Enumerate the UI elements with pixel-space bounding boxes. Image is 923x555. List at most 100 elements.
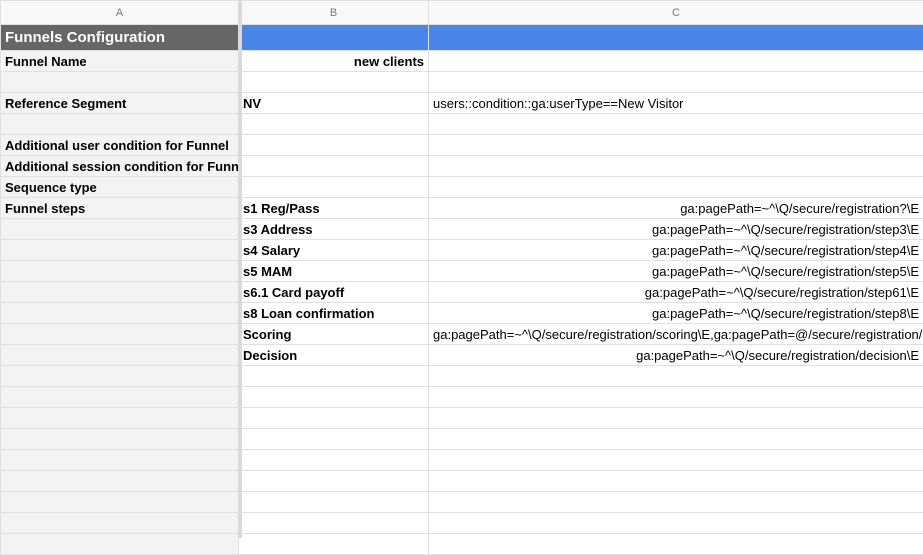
cell[interactable] xyxy=(239,156,429,177)
cell[interactable] xyxy=(1,471,239,492)
cell[interactable] xyxy=(429,51,923,72)
step-path[interactable]: ga:pagePath=~^\Q/secure/registration/ste… xyxy=(429,303,923,324)
cell[interactable] xyxy=(429,513,923,534)
cell[interactable] xyxy=(239,387,429,408)
table-row: Scoringga:pagePath=~^\Q/secure/registrat… xyxy=(1,324,923,345)
cell[interactable] xyxy=(429,471,923,492)
cell[interactable] xyxy=(429,387,923,408)
value-reference-segment-code[interactable]: NV xyxy=(239,93,429,114)
step-name[interactable]: s3 Address xyxy=(239,219,429,240)
cell[interactable] xyxy=(1,534,239,555)
step-name[interactable]: s6.1 Card payoff xyxy=(239,282,429,303)
table-row: s8 Loan confirmationga:pagePath=~^\Q/sec… xyxy=(1,303,923,324)
cell[interactable] xyxy=(1,408,239,429)
cell[interactable] xyxy=(429,114,923,135)
value-reference-segment-def[interactable]: users::condition::ga:userType==New Visit… xyxy=(429,93,923,114)
col-header-A[interactable]: A xyxy=(1,1,239,25)
col-header-C[interactable]: C xyxy=(429,1,923,25)
cell[interactable] xyxy=(429,450,923,471)
cell[interactable] xyxy=(239,534,429,555)
step-name[interactable]: Decision xyxy=(239,345,429,366)
label-reference-segment[interactable]: Reference Segment xyxy=(1,93,239,114)
step-name[interactable]: s8 Loan confirmation xyxy=(239,303,429,324)
table-row: s6.1 Card payoffga:pagePath=~^\Q/secure/… xyxy=(1,282,923,303)
label-empty[interactable] xyxy=(1,324,239,345)
header-blue-cell[interactable] xyxy=(429,25,923,51)
cell[interactable] xyxy=(1,492,239,513)
label-empty[interactable] xyxy=(1,282,239,303)
cell[interactable] xyxy=(239,450,429,471)
table-row: s5 MAMga:pagePath=~^\Q/secure/registrati… xyxy=(1,261,923,282)
table-row xyxy=(1,513,923,534)
table-row xyxy=(1,534,923,555)
step-path[interactable]: ga:pagePath=~^\Q/secure/registration/dec… xyxy=(429,345,923,366)
table-row xyxy=(1,450,923,471)
label-additional-user-cond[interactable]: Additional user condition for Funnel xyxy=(1,135,239,156)
column-header-row: A B C xyxy=(1,1,923,25)
label-funnel-steps[interactable]: Funnel steps xyxy=(1,198,239,219)
step-name[interactable]: s4 Salary xyxy=(239,240,429,261)
cell[interactable] xyxy=(429,135,923,156)
label-empty[interactable] xyxy=(1,219,239,240)
cell[interactable] xyxy=(239,366,429,387)
step-name[interactable]: Scoring xyxy=(239,324,429,345)
cell[interactable] xyxy=(239,177,429,198)
step-path[interactable]: ga:pagePath=~^\Q/secure/registration/ste… xyxy=(429,261,923,282)
cell[interactable] xyxy=(239,72,429,93)
cell[interactable] xyxy=(429,408,923,429)
cell[interactable] xyxy=(429,534,923,555)
table-row: s4 Salaryga:pagePath=~^\Q/secure/registr… xyxy=(1,240,923,261)
label-sequence-type[interactable]: Sequence type xyxy=(1,177,239,198)
cell[interactable] xyxy=(429,156,923,177)
cell[interactable] xyxy=(239,135,429,156)
cell[interactable] xyxy=(429,366,923,387)
table-row xyxy=(1,408,923,429)
cell[interactable] xyxy=(1,114,239,135)
label-empty[interactable] xyxy=(1,240,239,261)
cell[interactable] xyxy=(239,471,429,492)
label-empty[interactable] xyxy=(1,261,239,282)
step-path[interactable]: ga:pagePath=~^\Q/secure/registration/sco… xyxy=(429,324,923,345)
table-row xyxy=(1,471,923,492)
section-title[interactable]: Funnels Configuration xyxy=(1,25,239,51)
cell[interactable] xyxy=(239,114,429,135)
table-row xyxy=(1,72,923,93)
cell[interactable] xyxy=(429,429,923,450)
grid[interactable]: A B C Funnels ConfigurationFunnel Namene… xyxy=(0,0,923,555)
step-path[interactable]: ga:pagePath=~^\Q/secure/registration/ste… xyxy=(429,240,923,261)
col-header-B[interactable]: B xyxy=(239,1,429,25)
label-empty[interactable] xyxy=(1,303,239,324)
label-funnel-name[interactable]: Funnel Name xyxy=(1,51,239,72)
cell[interactable] xyxy=(429,72,923,93)
table-row: Funnel stepss1 Reg/Passga:pagePath=~^\Q/… xyxy=(1,198,923,219)
cell[interactable] xyxy=(239,408,429,429)
label-additional-session-cond[interactable]: Additional session condition for Funnel xyxy=(1,156,239,177)
cell[interactable] xyxy=(429,492,923,513)
cell[interactable] xyxy=(239,429,429,450)
table-row: Additional session condition for Funnel xyxy=(1,156,923,177)
table-row: s3 Addressga:pagePath=~^\Q/secure/regist… xyxy=(1,219,923,240)
step-path[interactable]: ga:pagePath=~^\Q/secure/registration/ste… xyxy=(429,219,923,240)
header-blue-cell[interactable] xyxy=(239,25,429,51)
cell[interactable] xyxy=(1,429,239,450)
step-path[interactable]: ga:pagePath=~^\Q/secure/registration/ste… xyxy=(429,282,923,303)
table-row xyxy=(1,492,923,513)
cell[interactable] xyxy=(1,450,239,471)
label-empty[interactable] xyxy=(1,345,239,366)
cell[interactable] xyxy=(239,513,429,534)
cell[interactable] xyxy=(1,387,239,408)
table-row: Funnel Namenew clients xyxy=(1,51,923,72)
step-path[interactable]: ga:pagePath=~^\Q/secure/registration?\E xyxy=(429,198,923,219)
cell[interactable] xyxy=(429,177,923,198)
cell[interactable] xyxy=(239,492,429,513)
table-row: Sequence type xyxy=(1,177,923,198)
cell[interactable] xyxy=(1,366,239,387)
step-name[interactable]: s1 Reg/Pass xyxy=(239,198,429,219)
step-name[interactable]: s5 MAM xyxy=(239,261,429,282)
cell[interactable] xyxy=(1,513,239,534)
value-funnel-name[interactable]: new clients xyxy=(239,51,429,72)
table-row: Reference SegmentNVusers::condition::ga:… xyxy=(1,93,923,114)
cell[interactable] xyxy=(1,72,239,93)
spreadsheet[interactable]: A B C Funnels ConfigurationFunnel Namene… xyxy=(0,0,923,538)
table-row: Additional user condition for Funnel xyxy=(1,135,923,156)
